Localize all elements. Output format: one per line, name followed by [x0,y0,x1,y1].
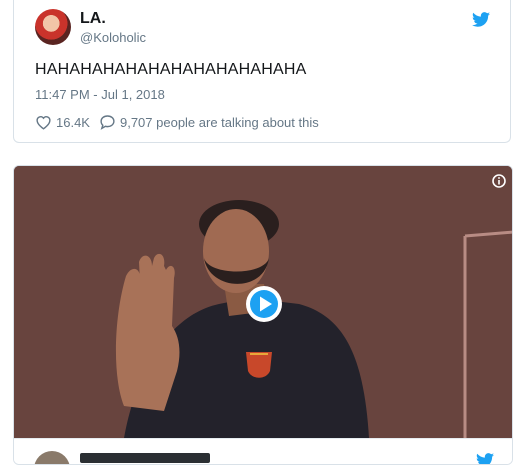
avatar[interactable] [34,451,70,464]
user-handle[interactable]: @Koloholic [80,30,146,45]
tweet-timestamp[interactable]: 11:47 PM - Jul 1, 2018 [35,87,165,102]
talking-count[interactable]: 9,707 people are talking about this [120,115,319,130]
speech-bubble-icon[interactable] [99,114,116,130]
twitter-bird-icon[interactable] [472,12,490,27]
next-tweet-preview [14,438,512,465]
twitter-bird-icon[interactable] [476,453,494,465]
video-player[interactable] [14,166,512,438]
like-count[interactable]: 16.4K [56,115,90,130]
video-card [13,165,513,465]
display-name[interactable] [80,453,210,463]
play-icon[interactable] [245,285,283,323]
embedded-tweet: LA. @Koloholic HAHAHAHAHAHAHAHAHAHAHAHA … [13,0,511,143]
tweet-stats: 16.4K 9,707 people are talking about thi… [35,113,319,131]
crest-icon [246,352,272,378]
heart-icon[interactable] [35,114,52,130]
avatar[interactable] [35,9,71,45]
info-icon[interactable] [492,174,506,188]
tweet-text: HAHAHAHAHAHAHAHAHAHAHAHA [35,61,307,78]
display-name[interactable]: LA. [80,10,106,28]
